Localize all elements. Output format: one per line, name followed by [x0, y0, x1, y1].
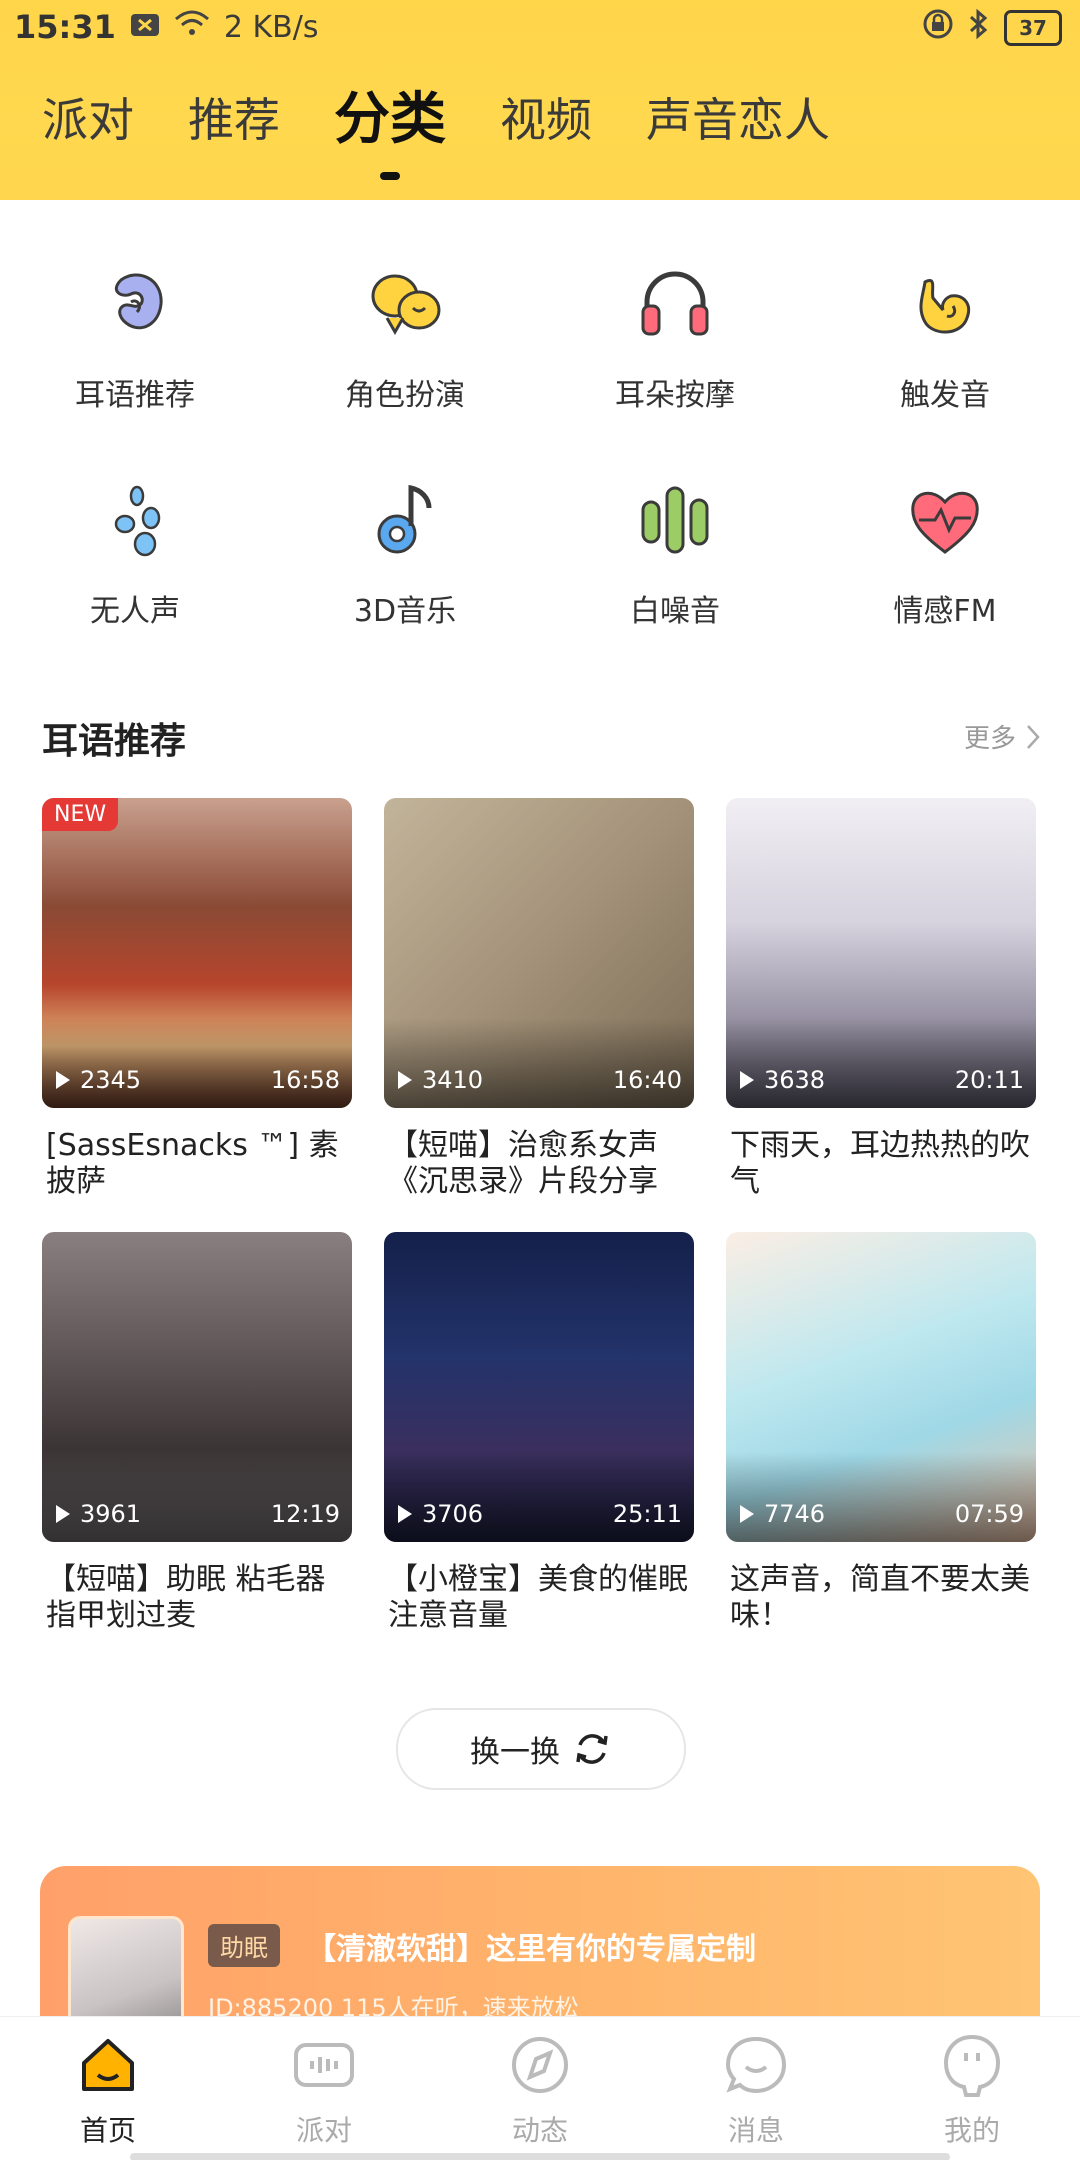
bottom-nav: 首页 派对 动态 消息 我的 — [0, 2016, 1080, 2160]
message-icon — [725, 2036, 787, 2094]
play-count: 3961 — [80, 1500, 142, 1528]
play-icon — [398, 1505, 412, 1523]
home-indicator-bar — [130, 2153, 950, 2160]
night-sea-thumbnail: 3961 12:19 — [42, 1232, 352, 1542]
duration: 20:11 — [954, 1066, 1024, 1094]
more-link[interactable]: 更多 — [964, 718, 1040, 755]
water-drops-icon — [114, 485, 161, 557]
active-tab-indicator — [380, 172, 400, 180]
network-speed: 2 KB/s — [223, 9, 319, 45]
home-icon — [82, 2039, 134, 2091]
tab-voice-lover[interactable]: 声音恋人 — [646, 90, 830, 150]
play-icon — [56, 1505, 70, 1523]
refresh-icon — [576, 1734, 608, 1764]
audio-card[interactable]: 3706 25:11 【小橙宝】美食的催眠 注意音量 — [384, 1232, 694, 1634]
category-no-voice[interactable]: 无人声 — [0, 478, 270, 630]
headphones-icon — [641, 271, 709, 336]
section-title: 耳语推荐 — [42, 721, 187, 762]
category-white-noise[interactable]: 白噪音 — [540, 478, 810, 630]
nav-profile[interactable]: 我的 — [864, 2017, 1080, 2160]
card-title: [SassEsnacks ™] 素 披萨 — [46, 1128, 339, 1199]
category-3d-music[interactable]: 3D音乐 — [270, 478, 540, 630]
top-tabs: 派对 推荐 分类 视频 声音恋人 — [42, 90, 830, 180]
category-role-play[interactable]: 角色扮演 — [270, 262, 540, 414]
nav-messages[interactable]: 消息 — [648, 2017, 864, 2160]
card-title: 【小橙宝】美食的催眠 注意音量 — [388, 1562, 688, 1633]
audio-card[interactable]: 3410 16:40 【短喵】治愈系女声《沉思录》片段分享 — [384, 798, 694, 1200]
duration: 07:59 — [954, 1500, 1024, 1528]
lock-rotation-icon — [922, 8, 954, 48]
card-title: 下雨天，耳边热热的吹气 — [730, 1128, 1030, 1199]
duration: 16:58 — [270, 1066, 340, 1094]
play-count: 2345 — [80, 1066, 142, 1094]
anime-girl-thumbnail: 3706 25:11 — [384, 1232, 694, 1542]
banner-title: 【清澈软甜】这里有你的专属定制 — [306, 1932, 756, 1967]
wifi-icon — [174, 9, 210, 45]
category-ear-massage[interactable]: 耳朵按摩 — [540, 262, 810, 414]
top-header: 15:31 2 KB/s 37 派对 推荐 分类 视频 声音恋人 — [0, 0, 1080, 200]
new-badge: NEW — [42, 798, 119, 831]
pizza-thumbnail: NEW 2345 16:58 — [42, 798, 352, 1108]
notification-icon — [130, 10, 160, 45]
play-count: 3638 — [764, 1066, 826, 1094]
sleep-tag: 助眠 — [208, 1924, 280, 1967]
bluetooth-icon — [968, 8, 990, 48]
audio-card[interactable]: 7746 07:59 这声音，简直不要太美味！ — [726, 1232, 1036, 1634]
category-grid: 耳语推荐 角色扮演 耳朵按摩 触发音 无人声 3D音乐 白噪音 情感FM — [0, 262, 1080, 630]
nav-moments[interactable]: 动态 — [432, 2017, 648, 2160]
card-title: 【短喵】治愈系女声《沉思录》片段分享 — [388, 1128, 658, 1199]
chevron-right-icon — [1027, 724, 1040, 749]
play-count: 3410 — [422, 1066, 484, 1094]
tab-recommend[interactable]: 推荐 — [188, 90, 280, 150]
hand-gesture-icon — [919, 279, 970, 334]
play-icon — [740, 1071, 754, 1089]
app-page: 15:31 2 KB/s 37 派对 推荐 分类 视频 声音恋人 耳语推荐 角色… — [0, 0, 1080, 2160]
music-note-icon — [377, 484, 432, 554]
card-title: 这声音，简直不要太美味！ — [730, 1562, 1030, 1633]
audio-card[interactable]: 3961 12:19 【短喵】助眠 粘毛器 指甲划过麦 — [42, 1232, 352, 1634]
ear-whisper-icon — [114, 273, 163, 330]
role-play-icon — [371, 274, 441, 336]
audio-card-grid: NEW 2345 16:58 [SassEsnacks ™] 素 披萨 3410… — [42, 798, 1042, 1634]
anime-catgirl-thumbnail: 7746 07:59 — [726, 1232, 1036, 1542]
status-time: 15:31 — [14, 8, 116, 46]
card-title: 【短喵】助眠 粘毛器 指甲划过麦 — [46, 1562, 326, 1633]
anime-maid-thumbnail: 3638 20:11 — [726, 798, 1036, 1108]
play-count: 3706 — [422, 1500, 484, 1528]
refresh-button[interactable]: 换一换 — [396, 1708, 686, 1790]
book-thumbnail: 3410 16:40 — [384, 798, 694, 1108]
play-icon — [398, 1071, 412, 1089]
tab-category[interactable]: 分类 — [334, 90, 446, 180]
category-emotion-fm[interactable]: 情感FM — [810, 478, 1080, 630]
profile-icon — [943, 2034, 1001, 2097]
compass-icon — [512, 2037, 568, 2093]
tab-video[interactable]: 视频 — [500, 90, 592, 150]
play-icon — [56, 1071, 70, 1089]
battery-indicator: 37 — [1004, 10, 1062, 46]
sound-bars-icon — [641, 486, 709, 554]
tab-party[interactable]: 派对 — [42, 90, 134, 150]
duration: 12:19 — [270, 1500, 340, 1528]
category-trigger-sound[interactable]: 触发音 — [810, 262, 1080, 414]
heart-pulse-icon — [911, 491, 979, 554]
category-ear-whisper[interactable]: 耳语推荐 — [0, 262, 270, 414]
party-icon — [294, 2043, 354, 2087]
play-icon — [740, 1505, 754, 1523]
audio-card[interactable]: NEW 2345 16:58 [SassEsnacks ™] 素 披萨 — [42, 798, 352, 1200]
play-count: 7746 — [764, 1500, 826, 1528]
status-bar: 15:31 2 KB/s 37 — [0, 0, 1080, 56]
duration: 25:11 — [612, 1500, 682, 1528]
nav-party[interactable]: 派对 — [216, 2017, 432, 2160]
audio-card[interactable]: 3638 20:11 下雨天，耳边热热的吹气 — [726, 798, 1036, 1200]
nav-home[interactable]: 首页 — [0, 2017, 216, 2160]
duration: 16:40 — [612, 1066, 682, 1094]
